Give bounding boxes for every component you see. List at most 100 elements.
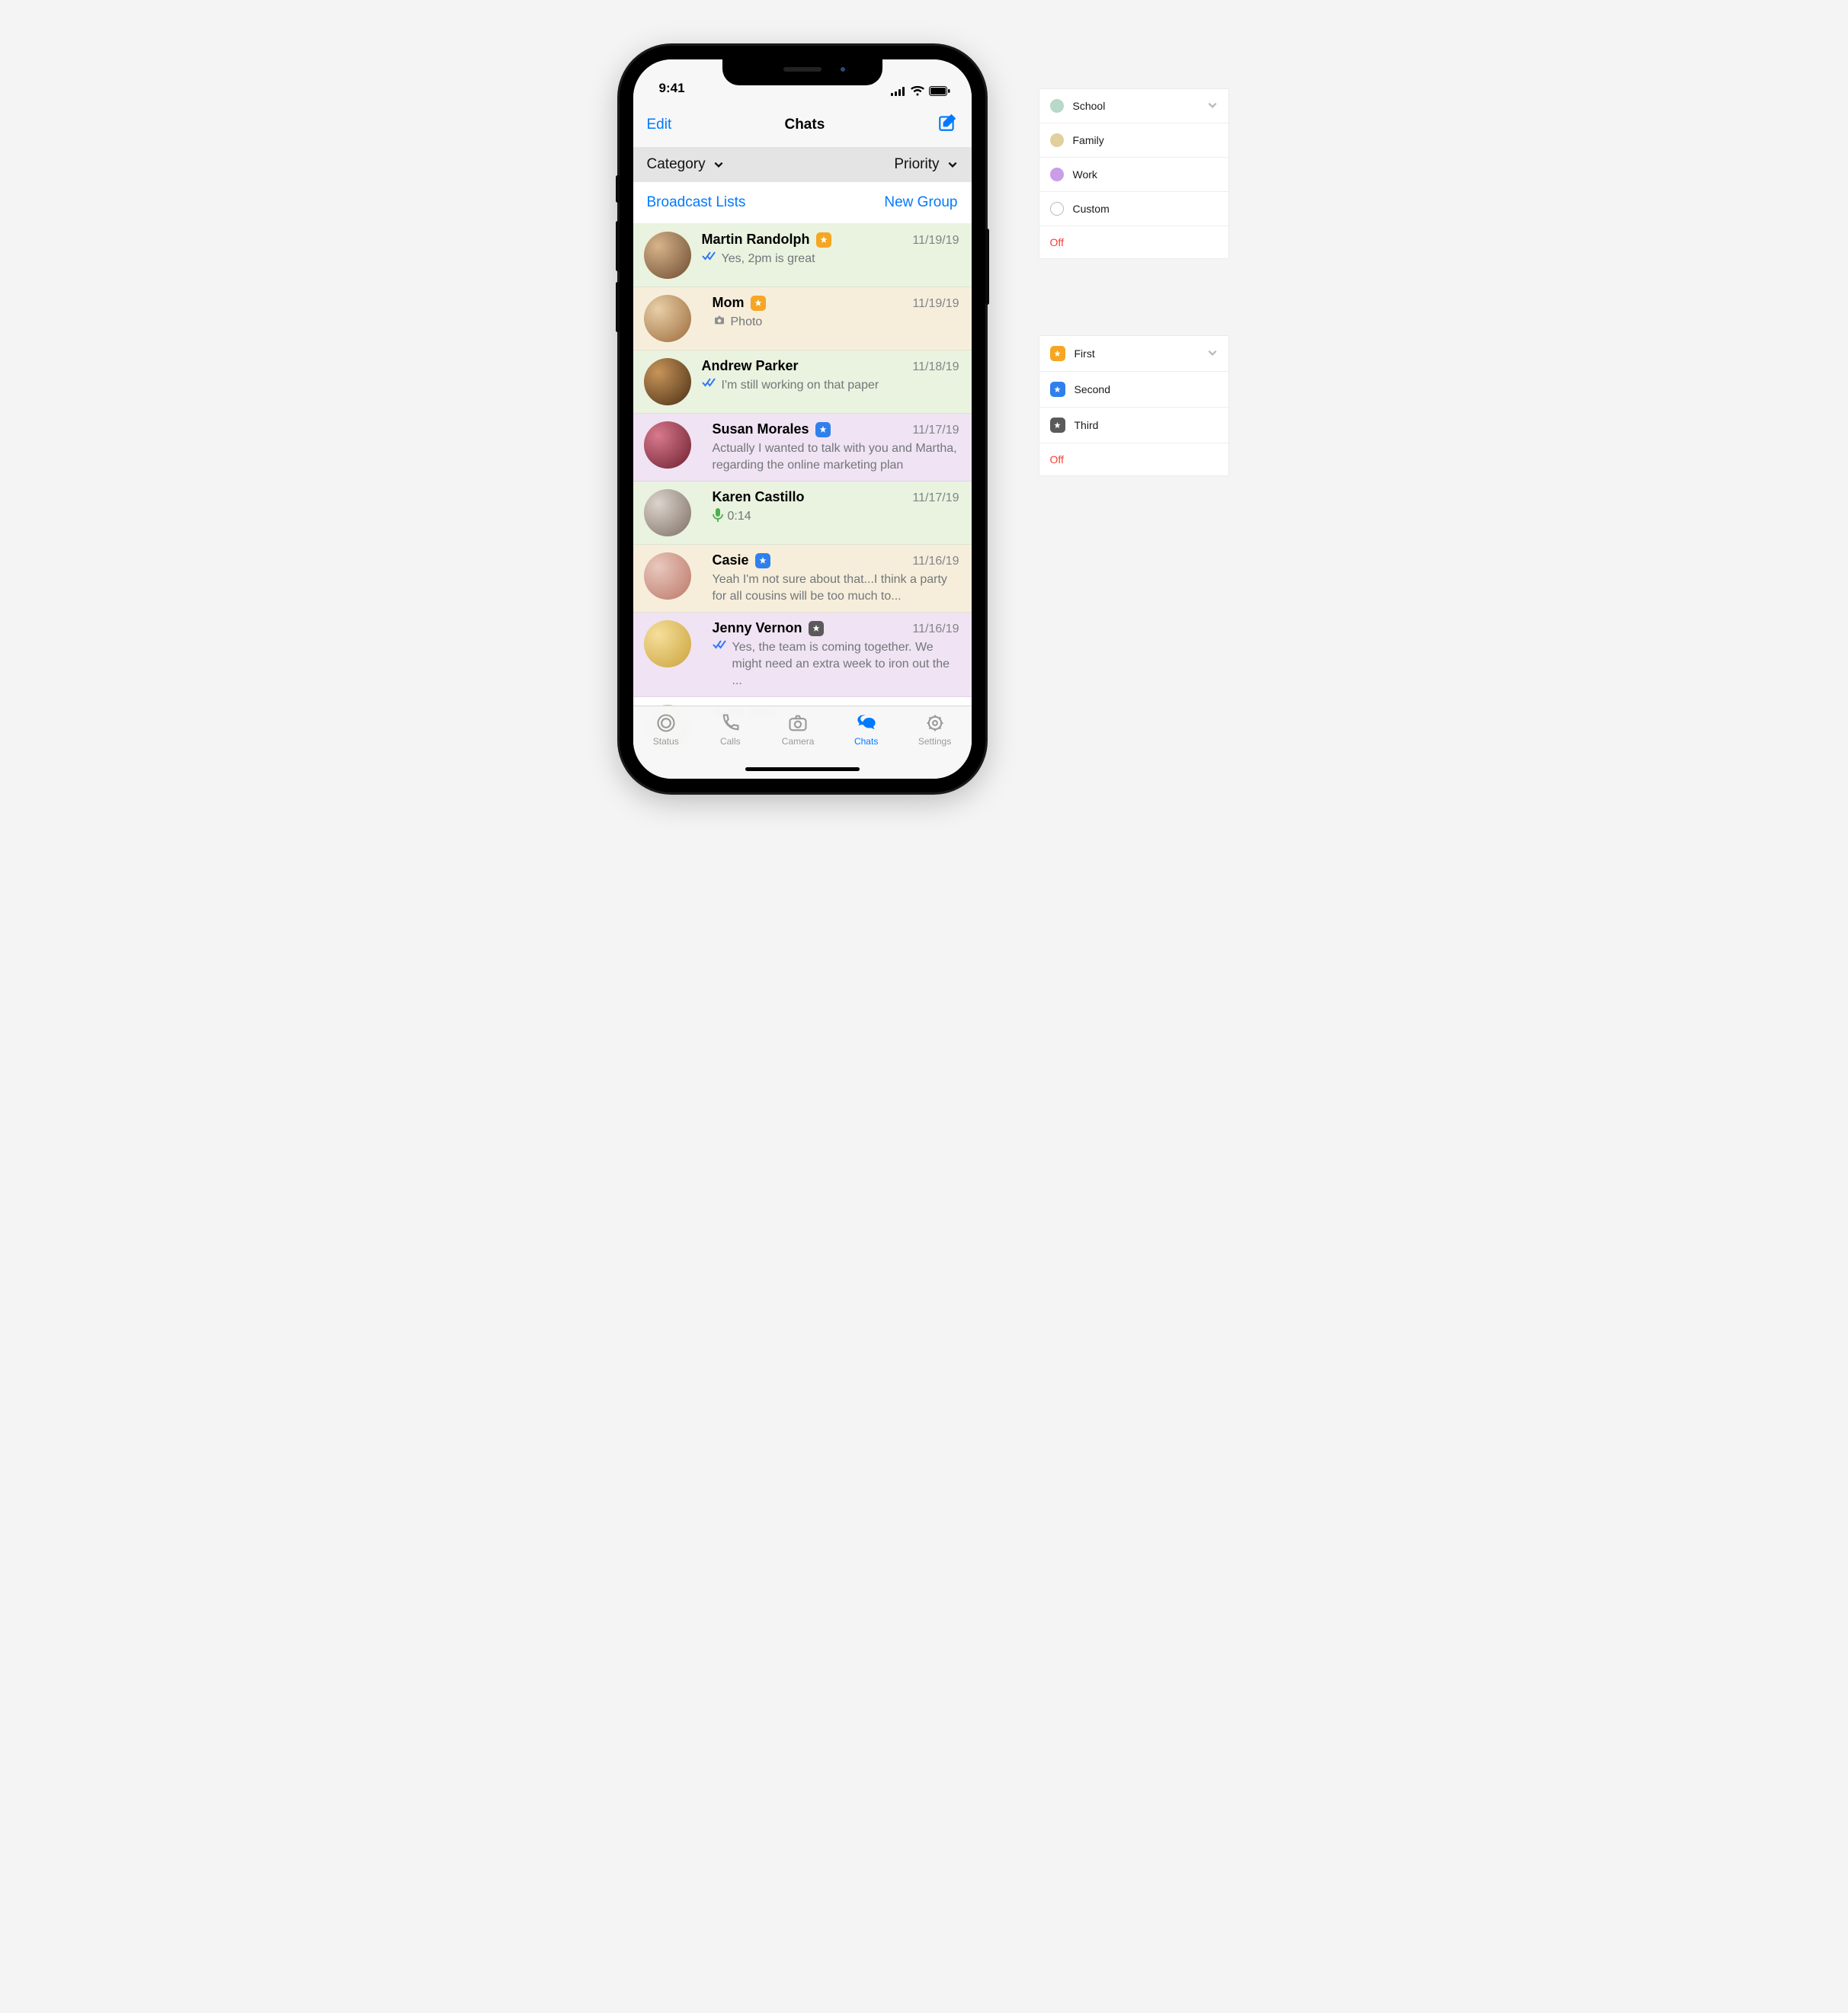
chat-preview: Photo (713, 314, 959, 331)
chat-name: Mom (713, 295, 766, 311)
chevron-down-icon (947, 159, 958, 170)
dropdown-option[interactable]: Second (1039, 372, 1228, 408)
dropdown-option[interactable]: Family (1039, 123, 1228, 158)
chat-row[interactable]: Martin Randolph 11/19/19 Yes, 2pm is gre… (633, 224, 972, 287)
priority-star-icon (816, 232, 831, 248)
chevron-down-icon (713, 159, 724, 170)
chat-row[interactable]: Mom 11/19/19 Photo (633, 287, 972, 350)
page-title: Chats (784, 117, 825, 133)
volume-up-button (616, 221, 620, 271)
priority-filter[interactable]: Priority (894, 156, 957, 173)
dropdown-option-label: First (1075, 347, 1095, 360)
priority-star-icon (1050, 382, 1065, 397)
gear-icon (924, 712, 946, 734)
dropdown-off[interactable]: Off (1039, 443, 1228, 475)
priority-dropdown: First Second Third Off (1039, 335, 1229, 476)
chat-preview: Yes, the team is coming together. We mig… (713, 639, 959, 689)
tab-calls[interactable]: Calls (719, 712, 741, 779)
edit-button[interactable]: Edit (647, 117, 672, 133)
chat-row[interactable]: Karen Castillo 11/17/19 0:14 (633, 482, 972, 545)
chat-row[interactable]: Susan Morales 11/17/19 Actually I wanted… (633, 414, 972, 482)
camera-icon (713, 314, 726, 326)
dropdown-option-label: Work (1073, 168, 1097, 181)
avatar (644, 358, 691, 405)
priority-star-icon (1050, 346, 1065, 361)
chat-name: Andrew Parker (702, 358, 799, 374)
chat-date: 11/16/19 (912, 555, 959, 568)
chat-date: 11/19/19 (912, 234, 959, 248)
tab-bar: Status Calls Camera Chats (633, 706, 972, 779)
read-checks-icon (702, 251, 717, 261)
tab-settings[interactable]: Settings (918, 712, 951, 779)
volume-down-button (616, 282, 620, 332)
chat-date: 11/17/19 (912, 424, 959, 437)
chat-preview: 0:14 (713, 508, 959, 525)
dropdown-option[interactable]: School (1039, 89, 1228, 123)
power-button (985, 229, 989, 305)
broadcast-lists-link[interactable]: Broadcast Lists (647, 194, 746, 211)
chat-row[interactable]: Jenny Vernon 11/16/19 Yes, the team is c… (633, 613, 972, 697)
compose-icon (937, 113, 957, 133)
read-checks-icon (713, 639, 728, 650)
filter-row: Category Priority (633, 147, 972, 182)
dropdown-option[interactable]: Third (1039, 408, 1228, 443)
tab-status[interactable]: Status (653, 712, 679, 779)
status-icon (655, 712, 677, 734)
chat-name: Jenny Vernon (713, 620, 824, 636)
cellular-icon (891, 87, 906, 96)
chat-row[interactable]: Andrew Parker 11/18/19 I'm still working… (633, 350, 972, 414)
chat-preview: I'm still working on that paper (702, 377, 959, 394)
dropdown-option[interactable]: Work (1039, 158, 1228, 192)
category-label: Category (647, 156, 706, 173)
battery-icon (929, 86, 950, 96)
tab-label: Chats (854, 736, 878, 747)
phone-frame: 9:41 Edit Chats (620, 46, 985, 792)
chat-date: 11/16/19 (912, 622, 959, 636)
chat-name: Susan Morales (713, 421, 831, 437)
tab-label: Settings (918, 736, 951, 747)
avatar (644, 620, 691, 667)
dropdown-option-label: Second (1075, 383, 1110, 395)
wifi-icon (911, 86, 924, 96)
microphone-icon (713, 508, 723, 522)
home-indicator (745, 767, 860, 771)
priority-star-icon (809, 621, 824, 636)
chat-list[interactable]: Martin Randolph 11/19/19 Yes, 2pm is gre… (633, 224, 972, 760)
color-dot-icon (1050, 133, 1064, 147)
chevron-down-icon (1207, 100, 1218, 113)
priority-star-icon (755, 553, 770, 568)
dropdown-option[interactable]: Custom (1039, 192, 1228, 226)
nav-bar: Edit Chats (633, 99, 972, 147)
color-dot-icon (1050, 202, 1064, 216)
chat-row[interactable]: Casie 11/16/19 Yeah I'm not sure about t… (633, 545, 972, 613)
chat-preview: Yeah I'm not sure about that...I think a… (713, 571, 959, 604)
mute-switch (616, 175, 620, 203)
category-dropdown: School Family Work CustomOff (1039, 88, 1229, 259)
dropdown-option-label: Third (1075, 419, 1099, 431)
dropdown-option[interactable]: First (1039, 336, 1228, 372)
chat-name: Casie (713, 552, 770, 568)
new-group-link[interactable]: New Group (884, 194, 957, 211)
dropdown-option-label: School (1073, 100, 1106, 112)
chat-preview: Yes, 2pm is great (702, 251, 959, 267)
dropdown-option-label: Family (1073, 134, 1104, 146)
chat-name: Martin Randolph (702, 232, 831, 248)
compose-button[interactable] (937, 113, 957, 136)
chats-icon (855, 712, 878, 734)
phone-icon (719, 712, 741, 734)
list-header: Broadcast Lists New Group (633, 182, 972, 224)
camera-icon (786, 712, 809, 734)
tab-label: Calls (720, 736, 741, 747)
priority-star-icon (815, 422, 831, 437)
status-time: 9:41 (659, 81, 685, 96)
chat-date: 11/18/19 (912, 360, 959, 374)
tab-label: Camera (782, 736, 815, 747)
chat-date: 11/17/19 (912, 491, 959, 505)
avatar (644, 489, 691, 536)
category-filter[interactable]: Category (647, 156, 724, 173)
tab-label: Status (653, 736, 679, 747)
read-checks-icon (702, 377, 717, 388)
priority-star-icon (751, 296, 766, 311)
avatar (644, 421, 691, 469)
dropdown-off[interactable]: Off (1039, 226, 1228, 258)
